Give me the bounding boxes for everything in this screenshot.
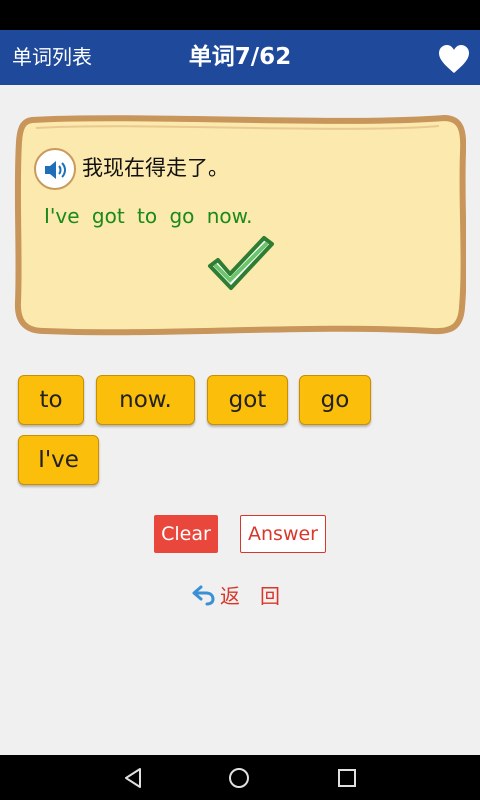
undo-arrow-icon	[192, 585, 215, 606]
chinese-prompt: 我现在得走了。	[82, 156, 229, 180]
nav-recents-icon[interactable]	[336, 767, 358, 789]
assembled-sentence: I've got to go now.	[44, 204, 253, 228]
system-navigation-bar	[0, 755, 480, 800]
clear-button[interactable]: Clear	[154, 515, 218, 553]
status-bar	[0, 0, 480, 30]
play-audio-button[interactable]	[34, 148, 76, 190]
sentence-card: 我现在得走了。 I've got to go now.	[14, 112, 466, 337]
checkmark-icon	[208, 236, 274, 290]
favorite-button[interactable]	[437, 43, 471, 75]
answer-button[interactable]: Answer	[240, 515, 326, 553]
back-button[interactable]: 返回	[192, 582, 292, 610]
word-tile[interactable]: I've	[18, 435, 99, 485]
heart-icon	[439, 45, 469, 73]
back-label: 返回	[220, 584, 300, 608]
nav-back-icon[interactable]	[122, 767, 144, 789]
top-app-bar: 单词列表 单词7/62	[0, 30, 480, 85]
page-title: 单词7/62	[188, 44, 292, 70]
word-tile[interactable]: got	[207, 375, 288, 425]
word-tile[interactable]: to	[18, 375, 84, 425]
nav-home-icon[interactable]	[228, 767, 250, 789]
speaker-icon	[45, 161, 66, 179]
word-tile[interactable]: go	[299, 375, 371, 425]
word-tile[interactable]: now.	[96, 375, 195, 425]
